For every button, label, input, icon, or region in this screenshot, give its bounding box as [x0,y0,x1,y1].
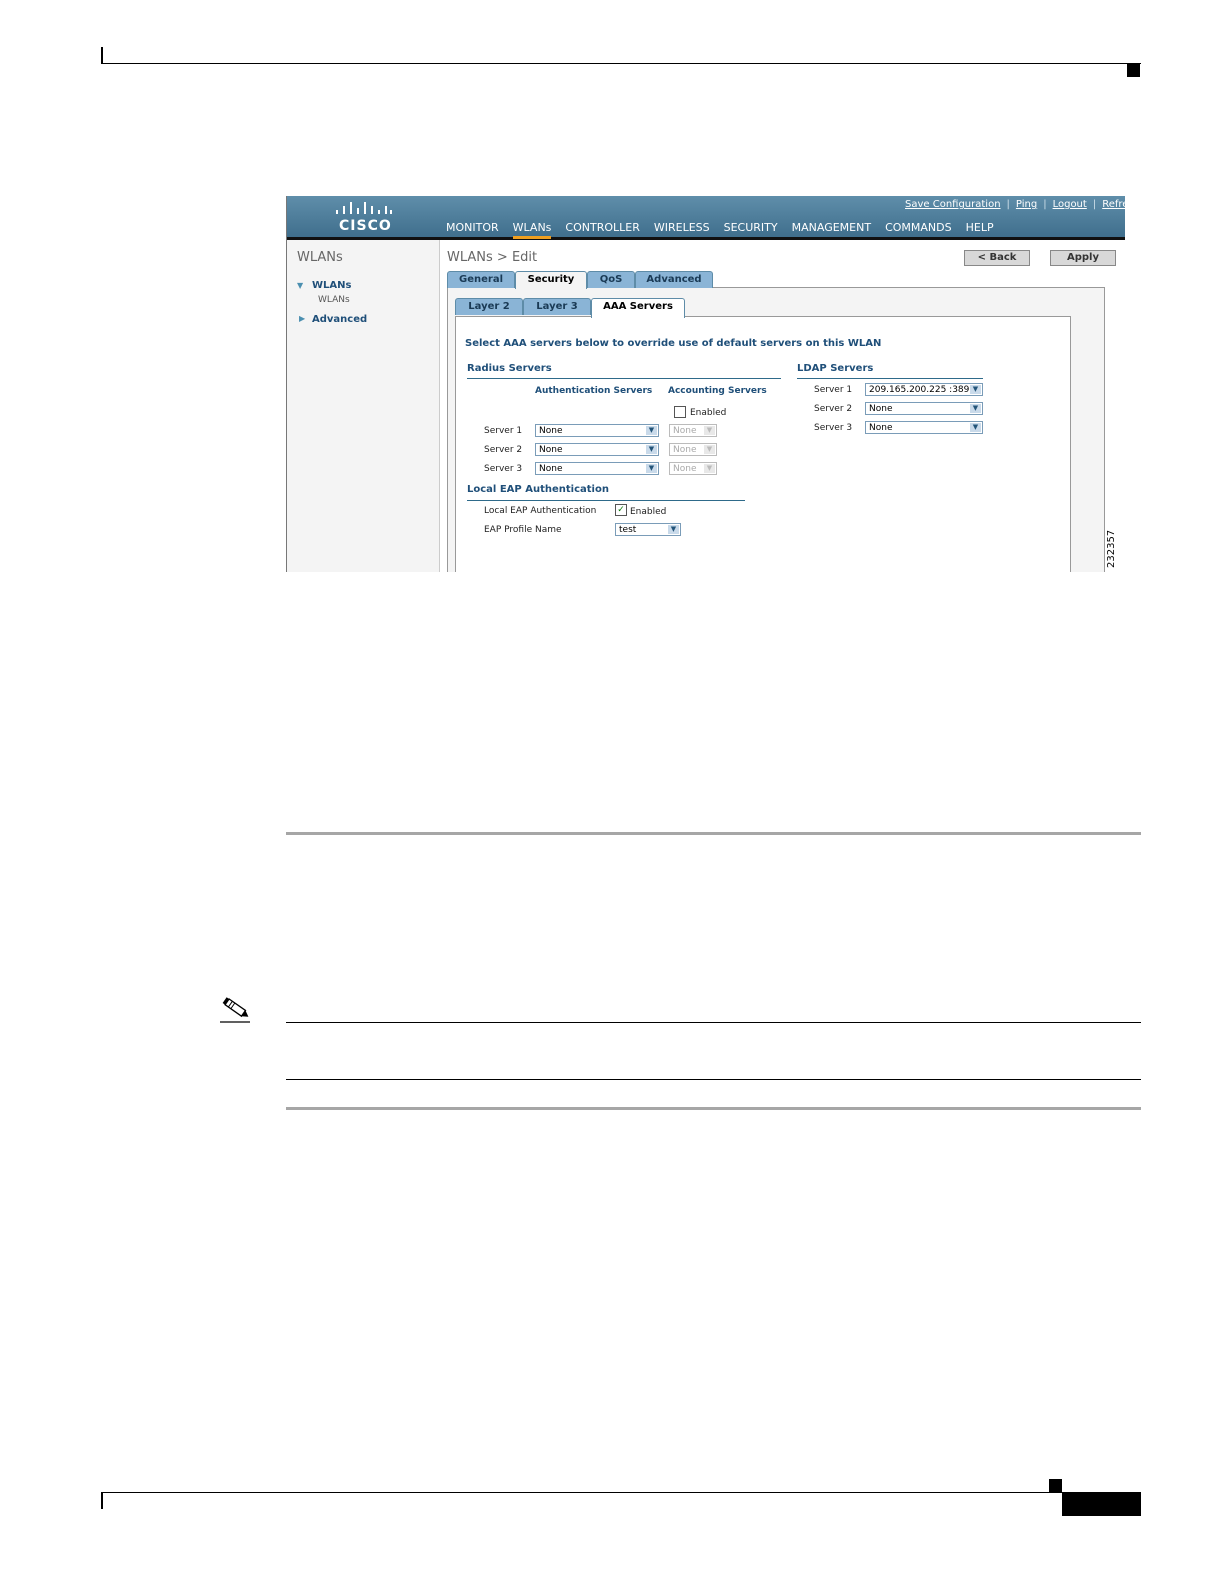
header-marker [1127,64,1140,77]
nav-controller[interactable]: CONTROLLER [565,221,639,234]
top-links: Save Configuration|Ping|Logout|Refres [905,199,1125,210]
radius-auth-server-2-select[interactable]: None ▼ [535,443,659,456]
nav-security[interactable]: SECURITY [724,221,778,234]
page-number-block [1062,1493,1141,1516]
chevron-down-icon: ▼ [646,464,657,473]
ldap-server-2-label: Server 2 [814,404,853,414]
chevron-down-icon: ▼ [704,426,715,435]
nav-wireless[interactable]: WIRELESS [654,221,710,234]
header-tick [101,47,103,64]
accounting-enabled-label: Enabled [690,408,727,418]
footer-tick [101,1492,103,1509]
nav-wlans[interactable]: WLANs [512,221,552,239]
nav-management[interactable]: MANAGEMENT [792,221,871,234]
save-configuration-link[interactable]: Save Configuration [905,199,1001,210]
ldap-server-1-label: Server 1 [814,385,853,395]
sidebar: WLANs ▼ WLANs WLANs ▶ Advanced [287,240,440,572]
ldap-server-3-select[interactable]: None ▼ [865,421,983,434]
authentication-servers-header: Authentication Servers [535,386,653,396]
chevron-down-icon: ▼ [646,445,657,454]
local-eap-divider [467,500,745,501]
eap-profile-select[interactable]: test ▼ [615,523,681,536]
sidebar-item-advanced[interactable]: Advanced [312,314,367,325]
tab-security[interactable]: Security [515,271,587,289]
local-eap-enabled-checkbox[interactable]: ✓ [615,504,627,516]
radius-server-1-label: Server 1 [484,426,523,436]
local-eap-title: Local EAP Authentication [467,484,609,495]
page-title: WLANs > Edit [447,250,538,265]
ping-link[interactable]: Ping [1016,199,1037,210]
note-rule-top [286,1022,1141,1023]
subtab-layer-2[interactable]: Layer 2 [455,298,523,315]
chevron-down-icon: ▼ [970,385,981,394]
chevron-down-icon: ▼ [646,426,657,435]
main-nav: MONITOR WLANs CONTROLLER WIRELESS SECURITY MA… [446,221,1008,239]
ldap-servers-title: LDAP Servers [797,363,874,374]
radius-acct-server-2-select[interactable]: None ▼ [669,443,717,456]
selected-value: None [539,445,563,455]
chevron-down-icon: ▼ [970,404,981,413]
selected-value: None [673,426,697,436]
ldap-server-3-label: Server 3 [814,423,853,433]
nav-monitor[interactable]: MONITOR [446,221,499,234]
back-button[interactable]: < Back [964,250,1030,266]
cisco-logo-icon [336,202,392,214]
subtab-layer-3[interactable]: Layer 3 [523,298,591,315]
local-eap-enabled-label: Enabled [630,507,667,517]
selected-value: 209.165.200.225 :389 [869,385,970,395]
nav-help[interactable]: HELP [966,221,994,234]
radius-server-2-label: Server 2 [484,445,523,455]
radius-auth-server-3-select[interactable]: None ▼ [535,462,659,475]
subtab-aaa-servers[interactable]: AAA Servers [591,298,685,318]
screenshot-figure: CISCO Save Configuration | Ping | Logout | Ref… [286,196,1125,572]
selected-value: None [539,464,563,474]
expanded-triangle-icon: ▼ [297,281,304,290]
selected-value: None [673,464,697,474]
apply-button[interactable]: Apply [1050,250,1116,266]
radius-divider [467,378,781,379]
nav-commands[interactable]: COMMANDS [885,221,952,234]
footer-marker [1049,1479,1062,1492]
eap-profile-name-label: EAP Profile Name [484,525,562,535]
chevron-down-icon: ▼ [668,525,679,534]
section-rule-top [286,832,1141,835]
ldap-server-2-select[interactable]: None ▼ [865,402,983,415]
refresh-link[interactable]: Refres [1102,199,1125,210]
radius-acct-server-3-select[interactable]: None ▼ [669,462,717,475]
radius-servers-title: Radius Servers [467,363,552,374]
ldap-server-1-select[interactable]: 209.165.200.225 :389 ▼ [865,383,983,396]
chevron-down-icon: ▼ [970,423,981,432]
chevron-down-icon: ▼ [704,464,715,473]
radius-server-3-label: Server 3 [484,464,523,474]
instruction-text: Select AAA servers below to override use… [465,338,882,349]
radius-auth-server-1-select[interactable]: None ▼ [535,424,659,437]
selected-value: None [869,423,893,433]
chevron-down-icon: ▼ [704,445,715,454]
selected-value: None [869,404,893,414]
selected-value: None [539,426,563,436]
note-pencil-icon [220,997,250,1023]
sidebar-subitem-wlans[interactable]: WLANs [318,295,350,305]
footer-rule [101,1492,1141,1493]
brand-name: CISCO [339,218,392,234]
tab-general[interactable]: General [447,271,515,288]
logout-link[interactable]: Logout [1053,199,1087,210]
figure-id: 232357 [1106,529,1117,568]
sidebar-item-wlans[interactable]: WLANs [312,280,351,291]
selected-value: None [673,445,697,455]
sidebar-title: WLANs [297,250,343,265]
radius-acct-server-1-select[interactable]: None ▼ [669,424,717,437]
note-rule-bottom [286,1079,1141,1080]
section-rule-bottom [286,1107,1141,1110]
ldap-divider [797,378,983,379]
tab-advanced[interactable]: Advanced [635,271,713,288]
header-rule [101,63,1141,64]
accounting-enabled-checkbox[interactable] [674,406,686,418]
accounting-servers-header: Accounting Servers [668,386,767,396]
tab-qos[interactable]: QoS [587,271,635,288]
local-eap-auth-label: Local EAP Authentication [484,506,597,516]
selected-value: test [619,525,637,535]
collapsed-triangle-icon: ▶ [299,314,306,323]
